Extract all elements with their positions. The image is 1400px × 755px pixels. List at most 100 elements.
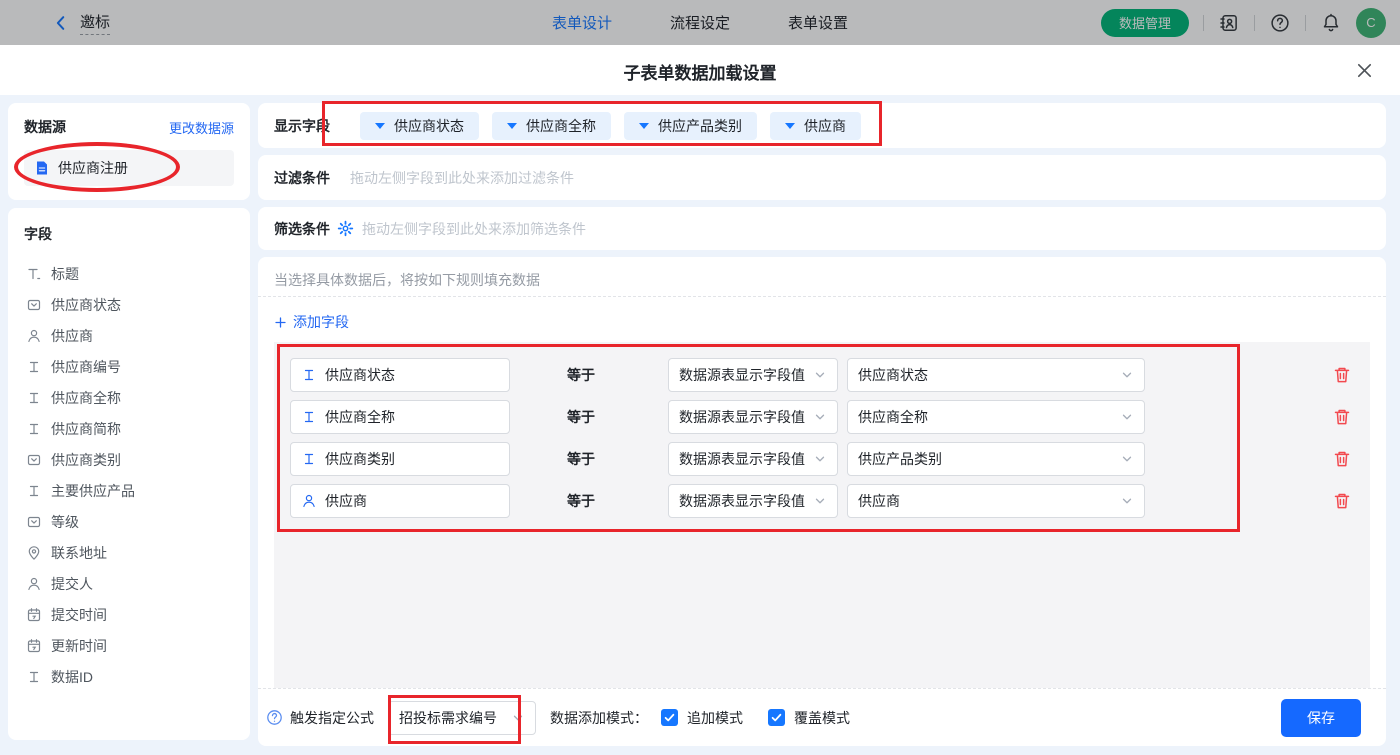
delete-rule-trash-icon[interactable]	[1332, 491, 1352, 511]
screen-condition-card[interactable]: 筛选条件 拖动左侧字段到此处来添加筛选条件	[258, 207, 1386, 250]
chevron-down-icon	[511, 711, 525, 725]
field-item[interactable]: 主要供应产品	[24, 475, 234, 506]
screen-condition-label: 筛选条件	[274, 220, 330, 237]
change-datasource-link[interactable]: 更改数据源	[169, 118, 234, 137]
gear-icon[interactable]	[337, 220, 354, 237]
help-circle-icon[interactable]	[266, 709, 283, 726]
field-item[interactable]: 提交人	[24, 568, 234, 599]
contacts-icon[interactable]	[1218, 12, 1240, 34]
delete-rule-trash-icon[interactable]	[1332, 449, 1352, 469]
field-item[interactable]: 标题	[24, 258, 234, 289]
dropdown-arrow-icon	[375, 122, 385, 129]
delete-rule-trash-icon[interactable]	[1332, 365, 1352, 385]
modal-title: 子表单数据加载设置	[623, 64, 777, 83]
field-item[interactable]: 更新时间	[24, 630, 234, 661]
text-icon	[301, 409, 317, 425]
field-item[interactable]: 数据ID	[24, 661, 234, 692]
field-item[interactable]: 提交时间	[24, 599, 234, 630]
field-item[interactable]: 等级	[24, 506, 234, 537]
text-icon	[26, 483, 42, 499]
display-field-tag-label: 供应商	[804, 117, 846, 134]
dashed-divider	[258, 296, 1386, 297]
rule-source-select[interactable]: 数据源表显示字段值	[668, 442, 838, 476]
dropdown-arrow-icon	[639, 122, 649, 129]
field-list: 标题供应商状态 供应商供应商编号供应商全称 供应商简称 供应商类别主要供应产品等级联系…	[24, 258, 234, 692]
bell-icon[interactable]	[1320, 12, 1342, 34]
checkbox-checked-icon[interactable]	[768, 709, 785, 726]
fill-rules-card: 当选择具体数据后，将按如下规则填充数据 添加字段 供应商状态 等于 数据源表显示字段…	[258, 257, 1386, 746]
rule-value-select[interactable]: 供应商状态	[847, 358, 1145, 392]
title-icon	[26, 266, 42, 282]
rules-panel: 供应商状态 等于 数据源表显示字段值 供应商状态 供应商全称 等于 数据源表显示字段值 供应商…	[274, 342, 1370, 688]
divider	[1203, 14, 1204, 31]
checkbox-checked-icon[interactable]	[661, 709, 678, 726]
display-field-tag[interactable]: 供应商全称	[492, 111, 611, 140]
field-item-label: 更新时间	[51, 637, 107, 654]
rule-source-select[interactable]: 数据源表显示字段值	[668, 400, 838, 434]
rule-row: 供应商状态 等于 数据源表显示字段值 供应商状态	[274, 358, 1370, 392]
datasource-item[interactable]: 供应商注册	[24, 150, 234, 186]
calendar-icon	[26, 607, 42, 623]
rules-footer: 触发指定公式 招投标需求编号 数据添加模式： 追加模式 覆盖模式 保存	[258, 688, 1386, 746]
mode-checkbox-group: 追加模式 覆盖模式	[648, 708, 850, 728]
add-field-button[interactable]: 添加字段	[274, 312, 349, 332]
topbar-tab-1[interactable]: 表单设计	[552, 12, 612, 33]
field-item[interactable]: 供应商类别	[24, 444, 234, 475]
rule-source-select[interactable]: 数据源表显示字段值	[668, 484, 838, 518]
rule-target-field[interactable]: 供应商全称	[290, 400, 510, 434]
field-item[interactable]: 供应商简称	[24, 413, 234, 444]
topbar-tab-3[interactable]: 表单设置	[788, 12, 848, 33]
rule-value-select-value: 供应商	[858, 493, 900, 509]
select-icon	[26, 452, 42, 468]
help-icon[interactable]	[1269, 12, 1291, 34]
display-fields-card: 显示字段 供应商状态 供应商全称 供应产品类别 供应商	[258, 103, 1386, 148]
field-item-label: 数据ID	[51, 668, 93, 685]
chevron-down-icon	[813, 368, 827, 382]
filter-condition-card[interactable]: 过滤条件 拖动左侧字段到此处来添加过滤条件	[258, 155, 1386, 200]
mode-checkbox-item[interactable]: 覆盖模式	[768, 708, 850, 728]
field-item-label: 供应商编号	[51, 358, 121, 375]
rule-value-select[interactable]: 供应商	[847, 484, 1145, 518]
rule-value-select[interactable]: 供应商全称	[847, 400, 1145, 434]
divider	[1305, 14, 1306, 31]
data-add-mode-label: 数据添加模式：	[550, 709, 648, 726]
field-item-label: 标题	[51, 265, 79, 282]
rule-operator-label: 等于	[567, 451, 595, 467]
rule-target-field[interactable]: 供应商	[290, 484, 510, 518]
topbar-tab-2[interactable]: 流程设定	[670, 12, 730, 33]
text-icon	[301, 451, 317, 467]
field-item[interactable]: 供应商	[24, 320, 234, 351]
field-item[interactable]: 供应商编号	[24, 351, 234, 382]
display-field-tag[interactable]: 供应商状态	[360, 111, 479, 140]
rule-source-select-value: 数据源表显示字段值	[679, 367, 805, 383]
save-button[interactable]: 保存	[1281, 698, 1361, 737]
delete-rule-trash-icon[interactable]	[1332, 407, 1352, 427]
rule-target-field[interactable]: 供应商状态	[290, 358, 510, 392]
display-field-tag[interactable]: 供应产品类别	[624, 111, 757, 140]
rule-value-select-value: 供应产品类别	[858, 451, 942, 467]
formula-select[interactable]: 招投标需求编号	[388, 700, 536, 735]
chevron-down-icon	[1120, 494, 1134, 508]
field-item-label: 提交人	[51, 575, 93, 592]
divider	[1254, 14, 1255, 31]
display-field-tag[interactable]: 供应商	[770, 111, 861, 140]
avatar[interactable]: C	[1356, 7, 1386, 38]
field-item[interactable]: 供应商全称	[24, 382, 234, 413]
chevron-down-icon	[813, 494, 827, 508]
dropdown-arrow-icon	[507, 122, 517, 129]
field-item[interactable]: 供应商状态	[24, 289, 234, 320]
data-manage-button[interactable]: 数据管理	[1100, 8, 1189, 37]
rule-source-select[interactable]: 数据源表显示字段值	[668, 358, 838, 392]
field-item-label: 联系地址	[51, 544, 107, 561]
rule-target-field[interactable]: 供应商类别	[290, 442, 510, 476]
close-icon[interactable]	[1352, 58, 1376, 82]
field-item-label: 主要供应产品	[51, 482, 135, 499]
rule-source-select-value: 数据源表显示字段值	[679, 451, 805, 467]
field-item-label: 提交时间	[51, 606, 107, 623]
mode-checkbox-item[interactable]: 追加模式	[661, 708, 743, 728]
top-bar: 邀标 表单设计 流程设定 表单设置 数据管理 C	[0, 0, 1400, 45]
person-icon	[301, 493, 317, 509]
rule-value-select-value: 供应商全称	[858, 409, 928, 425]
rule-value-select[interactable]: 供应产品类别	[847, 442, 1145, 476]
field-item[interactable]: 联系地址	[24, 537, 234, 568]
